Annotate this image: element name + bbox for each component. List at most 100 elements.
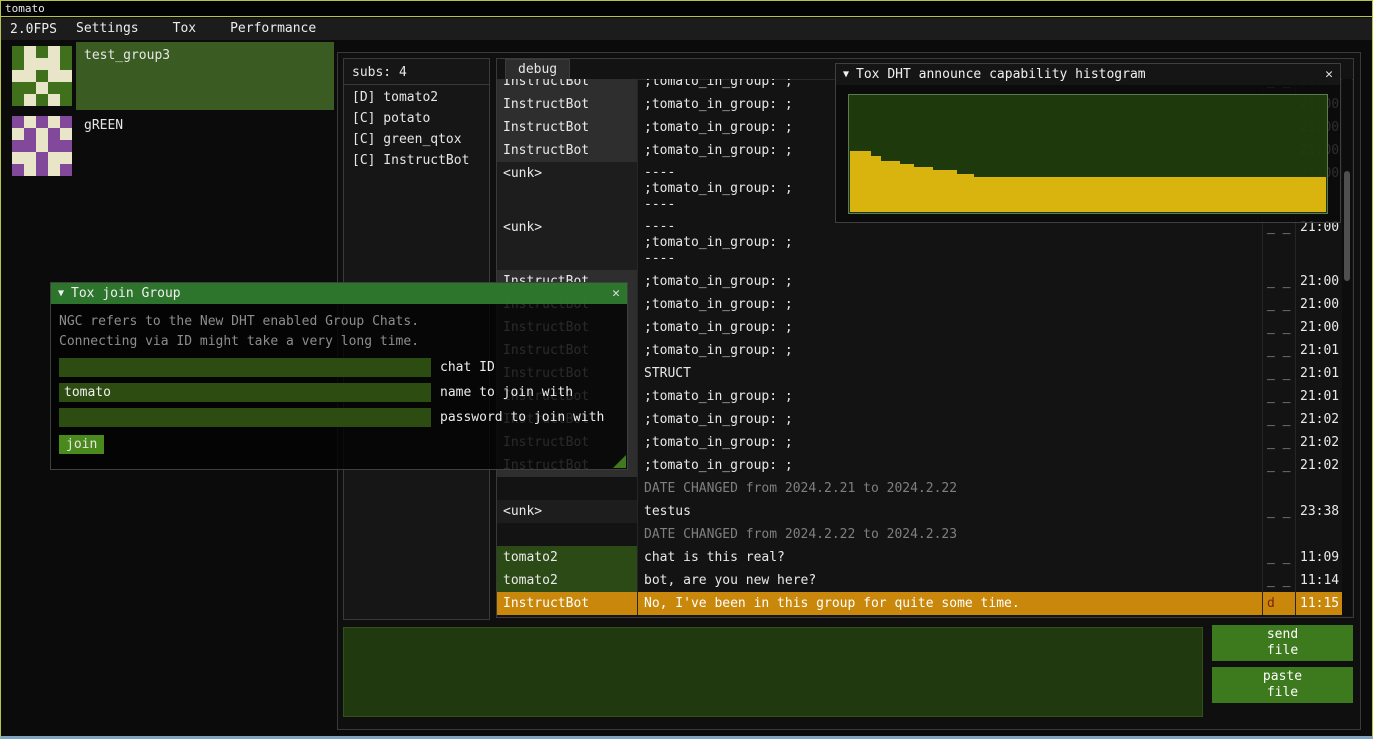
chat-row[interactable]: InstructBotNo, I've been in this group f… xyxy=(497,592,1342,615)
paste-file-button[interactable]: paste file xyxy=(1212,667,1353,703)
avatar-pixel xyxy=(60,116,72,128)
join-fields: chat ID tomato name to join with password t… xyxy=(59,358,619,427)
avatar-pixel xyxy=(60,82,72,94)
avatar-pixel xyxy=(48,140,60,152)
collapse-arrow-icon[interactable]: ▼ xyxy=(843,69,849,80)
close-icon[interactable]: ✕ xyxy=(612,286,620,301)
subs-item[interactable]: [C] InstructBot xyxy=(344,150,489,171)
avatar-pixel xyxy=(12,46,24,58)
group-item-gREEN[interactable]: gREEN xyxy=(8,112,334,180)
chat-time: 21:02 xyxy=(1296,431,1342,454)
group-item-test_group3[interactable]: test_group3 xyxy=(8,42,334,110)
join-name-input[interactable]: tomato xyxy=(59,383,431,402)
avatar-pixel xyxy=(24,128,36,140)
avatar-pixel xyxy=(36,152,48,164)
menubar-items: Settings Tox Performance xyxy=(62,18,336,40)
histogram-bars xyxy=(850,96,1326,212)
chat-sender: InstructBot xyxy=(497,139,638,162)
group-name: test_group3 xyxy=(84,48,170,63)
chat-flags: _ _ xyxy=(1263,362,1296,385)
avatar-pixel xyxy=(24,82,36,94)
chat-flags: d xyxy=(1263,592,1296,615)
message-input[interactable] xyxy=(343,627,1203,717)
menu-item-tox[interactable]: Tox xyxy=(159,18,210,40)
avatar-pixel xyxy=(24,140,36,152)
chat-message: ;tomato_in_group: ; xyxy=(638,270,1263,293)
chat-row[interactable]: tomato2chat is this real?_ _11:09 xyxy=(497,546,1342,569)
chat-flags: _ _ xyxy=(1263,339,1296,362)
chat-id-input[interactable] xyxy=(59,358,431,377)
avatar-pixel xyxy=(24,58,36,70)
send-file-button[interactable]: send file xyxy=(1212,625,1353,661)
chat-sender: InstructBot xyxy=(497,116,638,139)
chat-time: 21:02 xyxy=(1296,408,1342,431)
chat-sender: tomato2 xyxy=(497,546,638,569)
chat-flags: _ _ xyxy=(1263,293,1296,316)
chat-sender: <unk> xyxy=(497,216,638,270)
subs-item[interactable]: [D] tomato2 xyxy=(344,87,489,108)
avatar-pixel xyxy=(12,140,24,152)
chat-time: 21:02 xyxy=(1296,454,1342,477)
chat-id-label: chat ID xyxy=(440,360,495,375)
avatar-pixel xyxy=(60,58,72,70)
field-row: chat ID xyxy=(59,358,619,377)
chat-message: bot, are you new here? xyxy=(638,569,1263,592)
join-name-label: name to join with xyxy=(440,385,573,400)
avatar-pixel xyxy=(36,94,48,106)
join-password-input[interactable] xyxy=(59,408,431,427)
subs-item[interactable]: [C] green_qtox xyxy=(344,129,489,150)
avatar-pixel xyxy=(48,116,60,128)
chat-row[interactable]: tomato2bot, are you new here?_ _11:14 xyxy=(497,569,1342,592)
chat-message: No, I've been in this group for quite so… xyxy=(638,592,1263,615)
join-info-text: NGC refers to the New DHT enabled Group … xyxy=(59,312,619,332)
group-avatar xyxy=(12,116,72,176)
group-avatar xyxy=(12,46,72,106)
chat-row[interactable]: <unk>testus_ _23:38 xyxy=(497,500,1342,523)
avatar-pixel xyxy=(60,152,72,164)
chat-flags xyxy=(1263,523,1296,546)
tab-debug[interactable]: debug xyxy=(505,59,570,79)
avatar-pixel xyxy=(24,116,36,128)
chat-message: ;tomato_in_group: ; xyxy=(638,454,1263,477)
close-icon[interactable]: ✕ xyxy=(1325,67,1333,82)
chat-sender xyxy=(497,477,638,500)
scrollbar-thumb[interactable] xyxy=(1344,171,1350,281)
join-button[interactable]: join xyxy=(59,435,104,454)
avatar-pixel xyxy=(36,140,48,152)
avatar-pixel xyxy=(60,94,72,106)
subs-list: [D] tomato2[C] potato[C] green_qtox[C] I… xyxy=(344,85,489,171)
avatar-pixel xyxy=(12,128,24,140)
histogram-bar xyxy=(881,161,900,212)
avatar-pixel xyxy=(48,82,60,94)
chat-flags: _ _ xyxy=(1263,454,1296,477)
chat-sender: InstructBot xyxy=(497,79,638,93)
menu-item-settings[interactable]: Settings xyxy=(62,18,153,40)
histogram-bar xyxy=(957,174,974,212)
field-row: password to join with xyxy=(59,408,619,427)
join-window-titlebar[interactable]: ▼ Tox join Group ✕ xyxy=(51,283,627,304)
chat-time: 21:00 xyxy=(1296,216,1342,270)
join-group-window: ▼ Tox join Group ✕ NGC refers to the New… xyxy=(50,282,628,470)
avatar-pixel xyxy=(48,128,60,140)
join-window-title: Tox join Group xyxy=(71,286,181,301)
collapse-arrow-icon[interactable]: ▼ xyxy=(58,288,64,299)
chat-row[interactable]: <unk>---- ;tomato_in_group: ; ----_ _21:… xyxy=(497,216,1342,270)
histogram-window-titlebar[interactable]: ▼ Tox DHT announce capability histogram … xyxy=(836,64,1340,85)
chat-time: 11:15 xyxy=(1296,592,1342,615)
chat-flags: _ _ xyxy=(1263,569,1296,592)
window-titlebar[interactable]: tomato xyxy=(0,0,1373,17)
chat-scrollbar[interactable] xyxy=(1342,79,1352,616)
chat-row-system[interactable]: DATE CHANGED from 2024.2.22 to 2024.2.23 xyxy=(497,523,1342,546)
chat-row-system[interactable]: DATE CHANGED from 2024.2.21 to 2024.2.22 xyxy=(497,477,1342,500)
chat-message: ;tomato_in_group: ; xyxy=(638,339,1263,362)
avatar-pixel xyxy=(12,116,24,128)
histogram-bar xyxy=(871,156,881,212)
chat-flags xyxy=(1263,477,1296,500)
menu-item-performance[interactable]: Performance xyxy=(216,18,330,40)
chat-time: 21:00 xyxy=(1296,316,1342,339)
chat-message: testus xyxy=(638,500,1263,523)
chat-message: ;tomato_in_group: ; xyxy=(638,408,1263,431)
avatar-pixel xyxy=(12,82,24,94)
subs-item[interactable]: [C] potato xyxy=(344,108,489,129)
resize-grip[interactable] xyxy=(613,455,626,468)
